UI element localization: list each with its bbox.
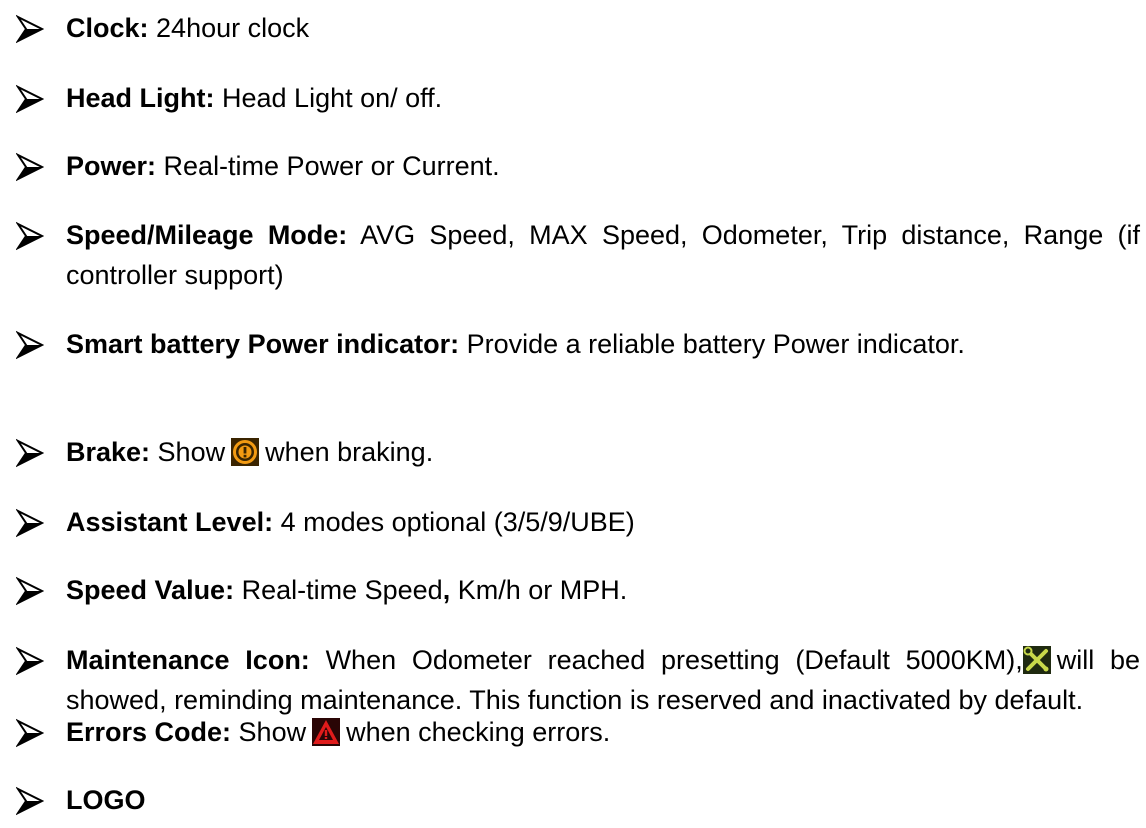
item-title: Errors Code: bbox=[66, 717, 232, 747]
item-title: Assistant Level: bbox=[66, 507, 274, 537]
item-description: When Odometer reached presetting (Defaul… bbox=[309, 645, 1023, 675]
brake-warning-icon bbox=[231, 438, 260, 466]
item-description: Real-time Speed bbox=[234, 575, 443, 605]
arrow-bullet-icon bbox=[16, 152, 44, 182]
item-description: Show bbox=[150, 437, 226, 467]
item-title: Head Light: bbox=[66, 83, 215, 113]
arrow-bullet-icon bbox=[16, 508, 44, 538]
item-description: Real-time Power or Current. bbox=[156, 151, 500, 181]
arrow-bullet-icon bbox=[16, 646, 44, 676]
item-description-end: when braking. bbox=[265, 437, 434, 467]
item-description: Show bbox=[231, 717, 307, 747]
arrow-bullet-icon bbox=[16, 576, 44, 606]
item-title: LOGO bbox=[66, 785, 146, 815]
item-description-units: Km/h or MPH. bbox=[450, 575, 628, 605]
item-description: 4 modes optional (3/5/9/UBE) bbox=[273, 507, 635, 537]
error-warning-triangle-icon bbox=[312, 718, 341, 746]
maintenance-tools-icon bbox=[1022, 646, 1051, 674]
item-title: Speed/Mileage Mode: bbox=[66, 220, 348, 250]
arrow-bullet-icon bbox=[16, 718, 44, 748]
arrow-bullet-icon bbox=[16, 221, 44, 251]
item-title: Smart battery Power indicator: bbox=[66, 329, 460, 359]
arrow-bullet-icon bbox=[16, 14, 44, 44]
arrow-bullet-icon bbox=[16, 438, 44, 468]
item-description: Provide a reliable battery Power indicat… bbox=[459, 329, 965, 359]
item-title: Clock: bbox=[66, 13, 149, 43]
arrow-bullet-icon bbox=[16, 330, 44, 360]
item-title: Maintenance Icon: bbox=[66, 645, 310, 675]
item-description-end: when checking errors. bbox=[346, 717, 611, 747]
item-title: Speed Value: bbox=[66, 575, 235, 605]
item-description: 24hour clock bbox=[148, 13, 310, 43]
item-title: Brake: bbox=[66, 437, 151, 467]
item-title: Power: bbox=[66, 151, 157, 181]
item-description: Head Light on/ off. bbox=[214, 83, 443, 113]
arrow-bullet-icon bbox=[16, 84, 44, 114]
arrow-bullet-icon bbox=[16, 786, 44, 816]
